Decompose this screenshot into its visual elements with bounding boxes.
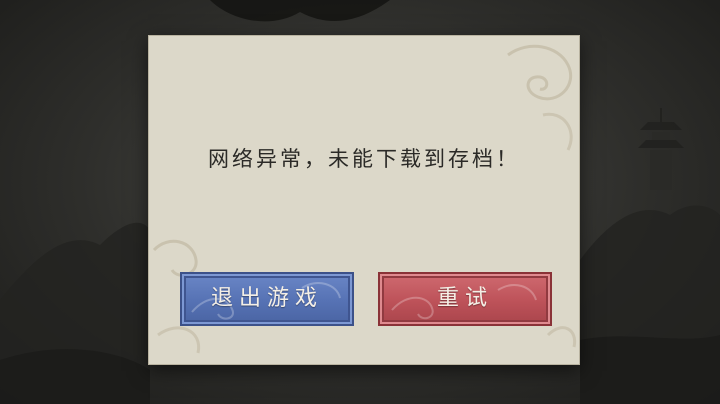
retry-button[interactable]: 重试 xyxy=(378,272,552,326)
retry-label: 重试 xyxy=(436,286,493,311)
ink-splash-top xyxy=(210,0,390,22)
game-screen: 网络异常，未能下载到存档！ 退出游戏 重试 xyxy=(0,0,720,404)
pagoda-icon xyxy=(638,108,684,190)
cloud-swirl-bottom-left xyxy=(152,239,198,277)
quit-game-button[interactable]: 退出游戏 xyxy=(180,272,354,326)
cloud-swirl-top-right xyxy=(507,44,573,101)
quit-game-label: 退出游戏 xyxy=(210,286,323,311)
error-message: 网络异常，未能下载到存档！ xyxy=(208,147,520,171)
cloud-swirl-bottom-left-2 xyxy=(157,326,201,354)
error-dialog: 网络异常，未能下载到存档！ 退出游戏 重试 xyxy=(148,35,580,365)
ink-bottom-right xyxy=(580,335,720,404)
cloud-swirl-bottom-right xyxy=(546,326,577,348)
